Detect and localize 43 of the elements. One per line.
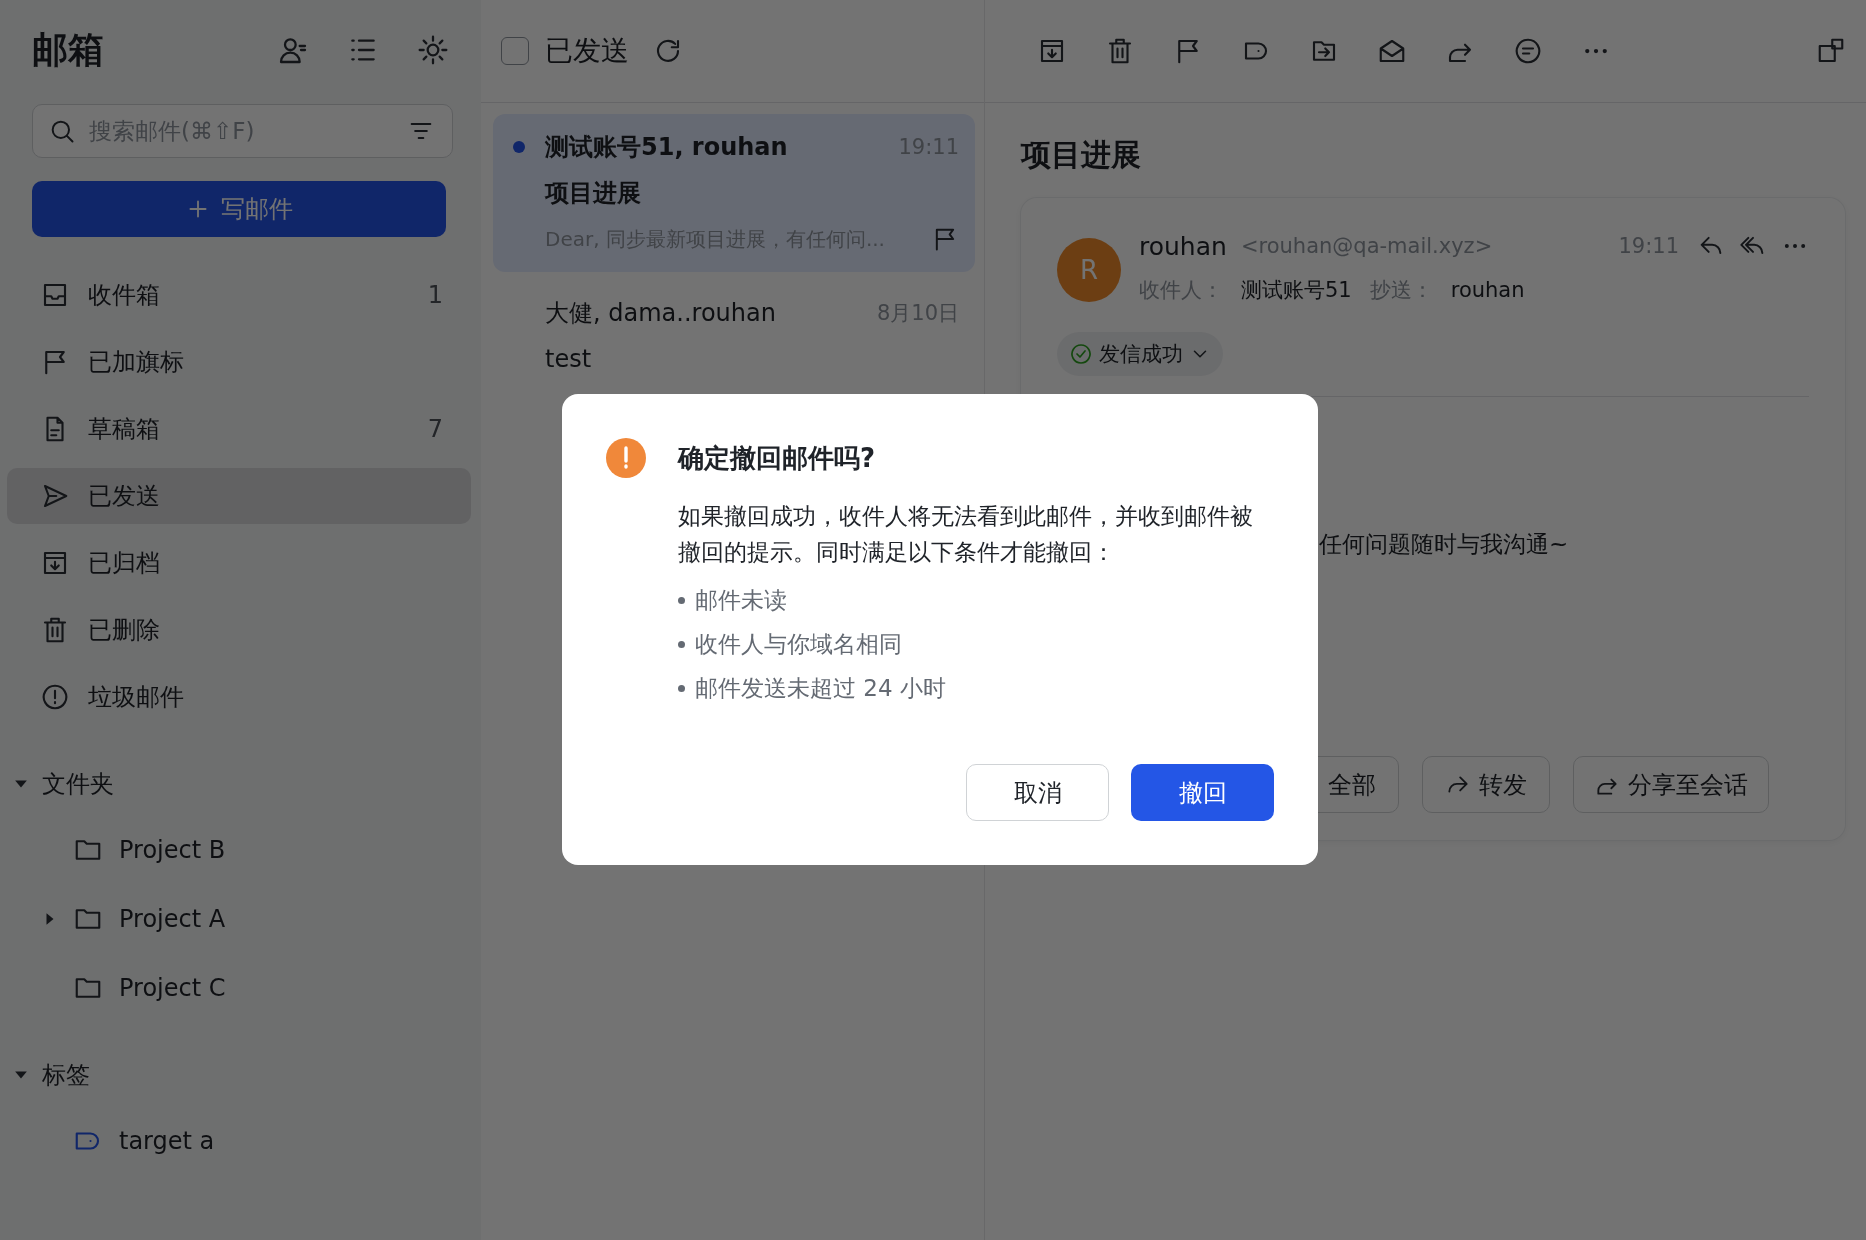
section-header[interactable]: 标签 [7, 1050, 471, 1100]
sidebar-item[interactable]: Project B [7, 822, 471, 878]
bullet-dot [678, 640, 685, 648]
bullet-dot [678, 684, 685, 692]
condition-text: 邮件发送未超过 24 小时 [695, 673, 946, 703]
sidebar-item[interactable]: 草稿箱 7 [7, 401, 471, 457]
dialog-message: 如果撤回成功，收件人将无法看到此邮件，并收到邮件被撤回的提示。同时满足以下条件才能撤回： [678, 502, 1254, 567]
dialog-title: 确定撤回邮件吗? [678, 442, 877, 475]
email-subject-title: 项目进展 [1021, 136, 1142, 174]
send-status-button[interactable]: 发信成功 [1057, 332, 1223, 376]
action-button[interactable]: 分享至会话 [1573, 756, 1769, 813]
email-sender: 大健, dama..rouhan [545, 298, 777, 329]
chat-icon[interactable] [1513, 36, 1543, 66]
sidebar-item[interactable]: target a [7, 1113, 471, 1169]
condition-text: 邮件未读 [695, 585, 787, 615]
email-sender: 测试账号51, rouhan [545, 132, 789, 163]
recipient: 测试账号51 [1241, 277, 1352, 304]
alert-icon [40, 682, 70, 712]
bullet-dot [678, 596, 685, 604]
app-title: 邮箱 [32, 27, 104, 72]
sidebar-item[interactable]: 已加旗标 [7, 334, 471, 390]
sidebar-item[interactable]: 已发送 [7, 468, 471, 524]
sidebar-item[interactable]: 垃圾邮件 [7, 669, 471, 725]
select-all-checkbox[interactable] [501, 37, 529, 65]
action-button[interactable]: 转发 [1422, 756, 1550, 813]
sidebar-item[interactable]: Project C [7, 960, 471, 1016]
condition-text: 收件人与你域名相同 [695, 629, 902, 659]
email-subject: test [545, 345, 592, 373]
message-body: 任何问题随时与我沟通~ [1319, 530, 1570, 559]
folder-title: 已发送 [545, 33, 629, 69]
section-header[interactable]: 文件夹 [7, 759, 471, 809]
email-subject: 项目进展 [545, 178, 641, 209]
avatar: R [1057, 238, 1121, 302]
sidebar-item[interactable]: 已删除 [7, 602, 471, 658]
cancel-button[interactable]: 取消 [966, 764, 1109, 821]
cc-recipient: rouhan [1450, 278, 1525, 302]
sidebar-item[interactable]: Project A [7, 891, 471, 947]
warning-icon [606, 438, 646, 478]
recall-button[interactable]: 撤回 [1131, 764, 1274, 821]
sender-name: rouhan [1139, 231, 1227, 261]
compose-button[interactable]: 写邮件 [32, 181, 446, 237]
sidebar-item[interactable]: 收件箱 1 [7, 267, 471, 323]
sidebar-item[interactable]: 已归档 [7, 535, 471, 591]
